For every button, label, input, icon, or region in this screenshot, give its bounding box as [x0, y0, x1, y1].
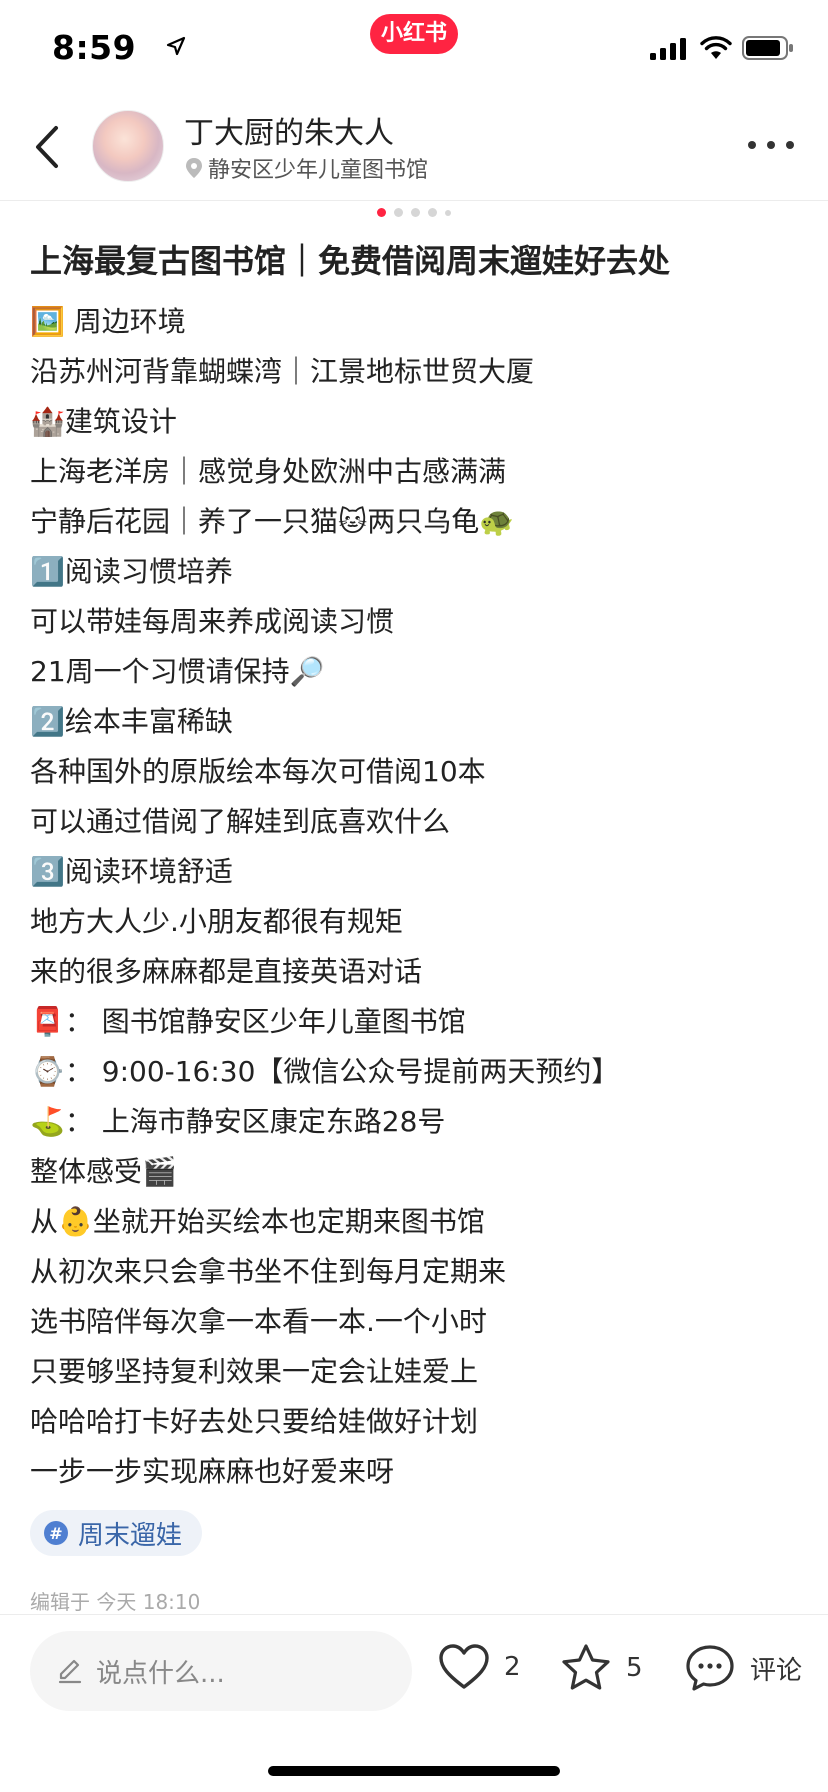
edit-timestamp: 编辑于 今天 18:10 — [30, 1590, 201, 1614]
pager-dot — [428, 208, 437, 217]
status-time: 8:59 — [52, 28, 137, 67]
pager-dot — [411, 208, 420, 217]
cellular-signal-icon — [650, 38, 686, 60]
body-line: 2️⃣绘本丰富稀缺 — [30, 705, 233, 738]
body-line: 整体感受🎬 — [30, 1155, 177, 1188]
post-title: 上海最复古图书馆｜免费借阅周末遛娃好去处 — [30, 242, 671, 280]
location-arrow-icon — [166, 36, 186, 56]
body-line: 选书陪伴每次拿一本看一本.一个小时 — [30, 1305, 487, 1338]
avatar[interactable] — [92, 110, 164, 182]
status-bar: 8:59 小红书 — [0, 0, 828, 96]
location-tag[interactable]: 静安区少年儿童图书馆 — [184, 152, 428, 184]
body-line: ⛳： 上海市静安区康定东路28号 — [30, 1105, 446, 1138]
body-line: 可以通过借阅了解娃到底喜欢什么 — [30, 805, 451, 838]
comment-input[interactable]: 说点什么... — [30, 1631, 412, 1711]
like-button[interactable]: 2 — [438, 1643, 521, 1691]
pager-dot — [394, 208, 403, 217]
hashtag-chip[interactable]: # 周末遛娃 — [30, 1510, 203, 1556]
body-line: 来的很多麻麻都是直接英语对话 — [30, 955, 423, 988]
wifi-icon — [700, 36, 732, 59]
back-arrow-icon[interactable] — [28, 120, 68, 174]
body-line: 一步一步实现麻麻也好爱来呀 — [30, 1455, 395, 1488]
body-line: 可以带娃每周来养成阅读习惯 — [30, 605, 395, 638]
comment-label: 评论 — [750, 1655, 803, 1686]
post-body: 🖼️ 周边环境 沿苏州河背靠蝴蝶湾｜江景地标世贸大厦 🏰建筑设计 上海老洋房｜感… — [30, 297, 820, 1497]
body-line: 哈哈哈打卡好去处只要给娃做好计划 — [30, 1405, 479, 1438]
body-line: 21周一个习惯请保持🔎 — [30, 655, 325, 688]
body-line: 只要够坚持复利效果一定会让娃爱上 — [30, 1355, 479, 1388]
body-line: 沿苏州河背靠蝴蝶湾｜江景地标世贸大厦 — [30, 355, 535, 388]
battery-icon — [742, 36, 793, 60]
hashtag-icon: # — [44, 1521, 68, 1545]
comment-button[interactable]: 评论 — [684, 1643, 802, 1693]
post-header: 丁大厨的朱大人 静安区少年儿童图书馆 — [0, 96, 828, 201]
heart-icon — [439, 1644, 489, 1689]
body-line: 1️⃣阅读习惯培养 — [30, 555, 233, 588]
body-line: 地方大人少.小朋友都很有规矩 — [30, 905, 403, 938]
app-badge: 小红书 — [370, 14, 458, 54]
body-line: 上海老洋房｜感觉身处欧洲中古感满满 — [30, 455, 507, 488]
pager-dot-active — [377, 208, 386, 217]
body-line: 各种国外的原版绘本每次可借阅10本 — [30, 755, 486, 788]
comment-bubble-icon — [686, 1645, 734, 1691]
body-line: 📮： 图书馆静安区少年儿童图书馆 — [30, 1005, 466, 1038]
favorite-count: 5 — [626, 1653, 643, 1683]
location-pin-icon — [186, 158, 202, 178]
body-line: 🏰建筑设计 — [30, 405, 177, 438]
pencil-icon — [58, 1659, 82, 1684]
body-line: 宁静后花园｜养了一只猫🐱两只乌龟🐢 — [30, 505, 515, 538]
home-indicator[interactable] — [268, 1766, 560, 1776]
body-line: 3️⃣阅读环境舒适 — [30, 855, 233, 888]
location-label: 静安区少年儿童图书馆 — [208, 158, 429, 183]
image-pager — [0, 208, 828, 222]
favorite-button[interactable]: 5 — [560, 1643, 643, 1693]
body-line: 从初次来只会拿书坐不住到每月定期来 — [30, 1255, 507, 1288]
body-line: 从👶坐就开始买绘本也定期来图书馆 — [30, 1205, 485, 1238]
like-count: 2 — [504, 1652, 521, 1682]
pager-dot — [445, 209, 451, 216]
star-icon — [562, 1644, 610, 1690]
more-options-icon[interactable] — [746, 130, 796, 160]
hashtag-label: 周末遛娃 — [78, 1520, 183, 1551]
bottom-action-bar: 说点什么... 2 5 评论 — [0, 1614, 828, 1735]
author-name[interactable]: 丁大厨的朱大人 — [184, 108, 394, 152]
comment-placeholder: 说点什么... — [96, 1658, 225, 1689]
body-line: ⌚： 9:00-16:30【微信公众号提前两天预约】 — [30, 1055, 620, 1088]
body-line: 🖼️ 周边环境 — [30, 305, 186, 338]
